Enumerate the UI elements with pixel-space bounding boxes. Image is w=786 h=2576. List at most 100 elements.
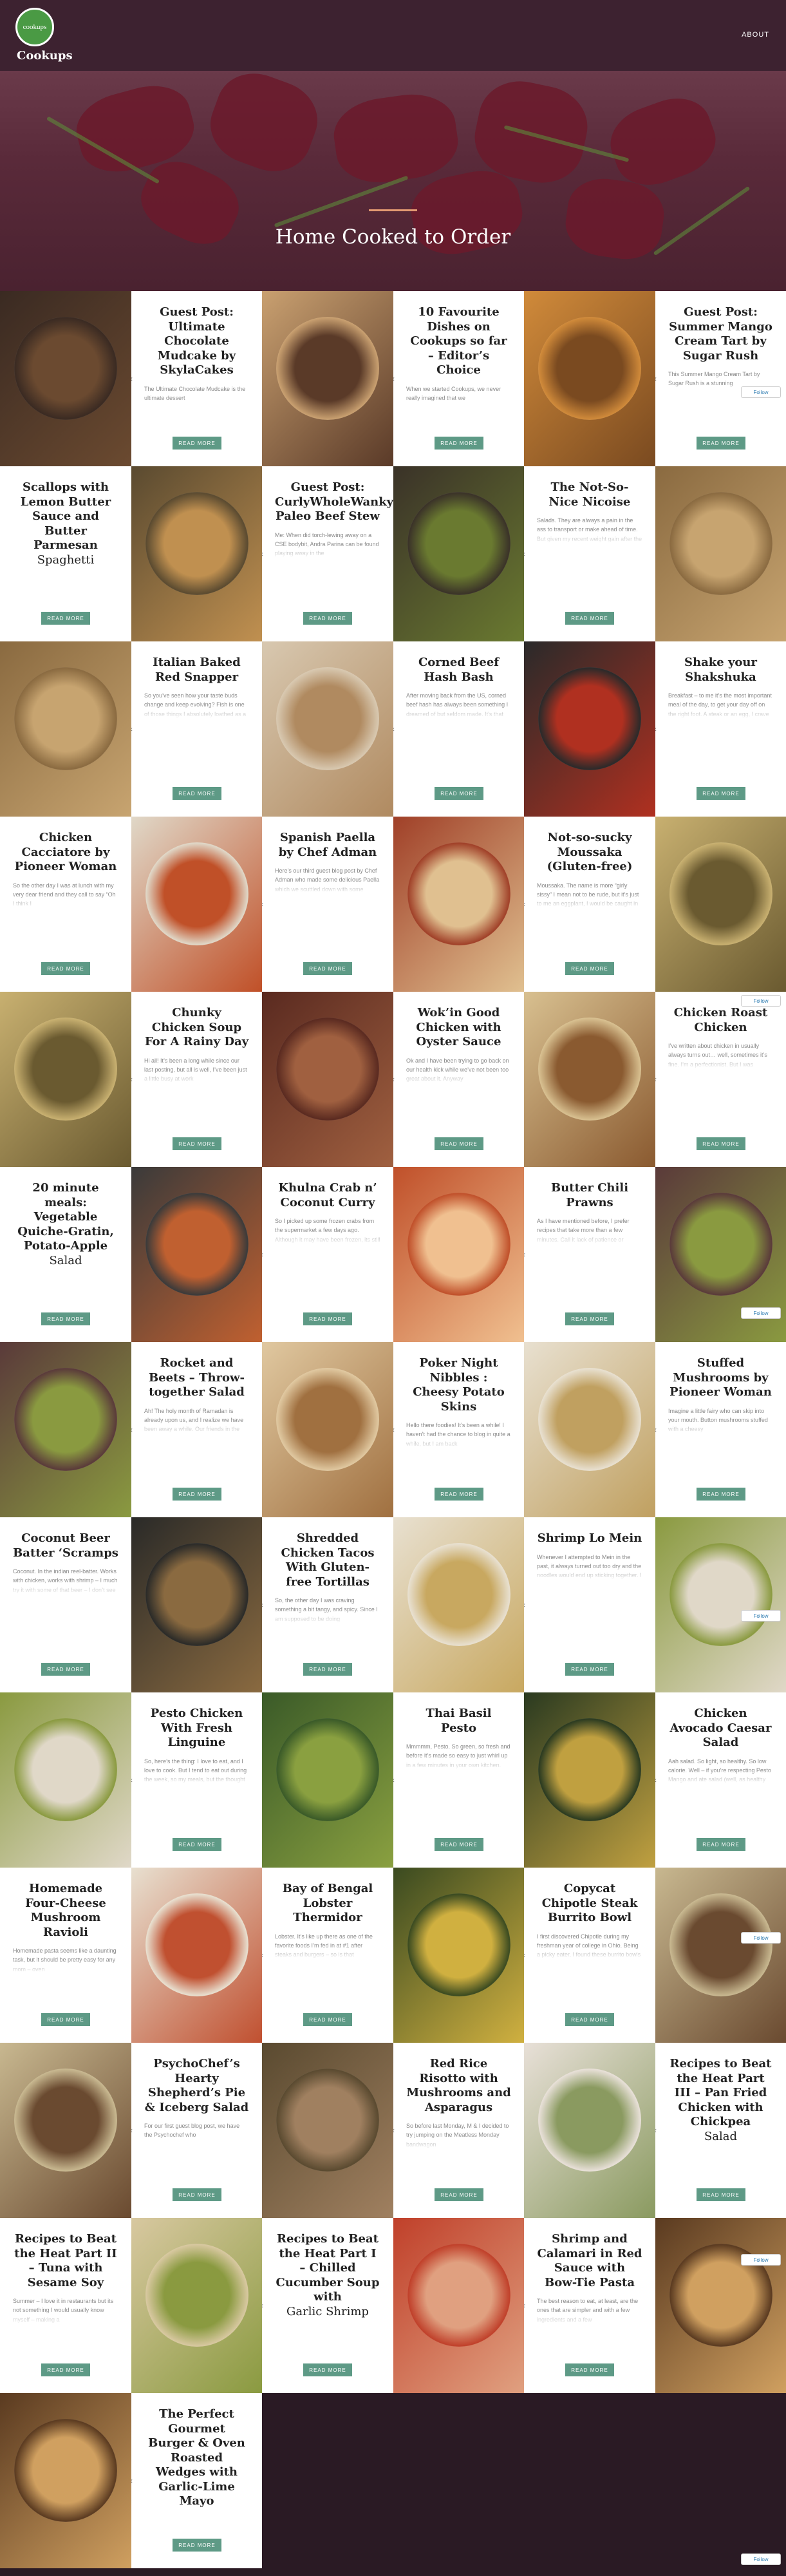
- read-more-button[interactable]: READ MORE: [173, 787, 221, 800]
- post-title[interactable]: Butter Chili Prawns: [537, 1181, 642, 1210]
- read-more-button[interactable]: READ MORE: [435, 437, 483, 450]
- post-image[interactable]: [131, 1868, 262, 2043]
- post-image[interactable]: [393, 817, 524, 992]
- post-title[interactable]: 10 Favourite Dishes on Cookups so far – …: [406, 305, 511, 378]
- post-image[interactable]: [0, 1692, 131, 1868]
- post-image[interactable]: [524, 2043, 655, 2218]
- post-title[interactable]: Chicken Cacciatore by Pioneer Woman: [13, 831, 118, 875]
- post-title[interactable]: Thai Basil Pesto: [406, 1707, 511, 1736]
- read-more-button[interactable]: READ MORE: [173, 2188, 221, 2201]
- read-more-button[interactable]: READ MORE: [41, 612, 90, 625]
- post-title[interactable]: Red Rice Risotto with Mushrooms and Aspa…: [406, 2057, 511, 2115]
- post-image[interactable]: [262, 291, 393, 466]
- post-image[interactable]: [524, 291, 655, 466]
- post-title[interactable]: Recipes to Beat the Heat Part III – Pan …: [668, 2057, 773, 2130]
- nav-about-link[interactable]: ABOUT: [742, 31, 769, 39]
- site-title[interactable]: Cookups: [17, 49, 73, 62]
- read-more-button[interactable]: READ MORE: [41, 2363, 90, 2376]
- read-more-button[interactable]: READ MORE: [173, 1488, 221, 1501]
- post-title[interactable]: Chunky Chicken Soup For A Rainy Day: [144, 1006, 249, 1050]
- read-more-button[interactable]: READ MORE: [697, 1137, 745, 1150]
- post-title[interactable]: Scallops with Lemon Butter Sauce and But…: [13, 480, 118, 553]
- read-more-button[interactable]: READ MORE: [303, 962, 352, 975]
- post-image[interactable]: [393, 2218, 524, 2393]
- post-image[interactable]: [262, 1342, 393, 1517]
- post-title[interactable]: Corned Beef Hash Bash: [406, 656, 511, 685]
- post-title[interactable]: The Not-So-Nice Nicoise: [537, 480, 642, 509]
- post-title-continued[interactable]: Spaghetti: [13, 553, 118, 568]
- post-image[interactable]: [393, 1868, 524, 2043]
- post-title[interactable]: Homemade Four-Cheese Mushroom Ravioli: [13, 1882, 118, 1940]
- post-title[interactable]: Poker Night Nibbles : Cheesy Potato Skin…: [406, 1356, 511, 1414]
- follow-button[interactable]: Follow: [741, 386, 781, 398]
- read-more-button[interactable]: READ MORE: [435, 1838, 483, 1851]
- post-image[interactable]: [0, 291, 131, 466]
- post-image[interactable]: [524, 992, 655, 1167]
- post-image[interactable]: [131, 466, 262, 641]
- post-title[interactable]: Khulna Crab n’ Coconut Curry: [275, 1181, 380, 1210]
- read-more-button[interactable]: READ MORE: [303, 2363, 352, 2376]
- post-image[interactable]: [0, 2393, 131, 2568]
- read-more-button[interactable]: READ MORE: [435, 1137, 483, 1150]
- post-title[interactable]: Chicken Roast Chicken: [668, 1006, 773, 1035]
- post-image[interactable]: [262, 1692, 393, 1868]
- post-image[interactable]: [262, 2043, 393, 2218]
- post-title[interactable]: Italian Baked Red Snapper: [144, 656, 249, 685]
- read-more-button[interactable]: READ MORE: [303, 612, 352, 625]
- read-more-button[interactable]: READ MORE: [697, 437, 745, 450]
- post-title[interactable]: The Perfect Gourmet Burger & Oven Roaste…: [144, 2407, 249, 2509]
- post-image[interactable]: [262, 641, 393, 817]
- post-image[interactable]: [524, 641, 655, 817]
- post-image[interactable]: [393, 1167, 524, 1342]
- read-more-button[interactable]: READ MORE: [173, 437, 221, 450]
- read-more-button[interactable]: READ MORE: [303, 1663, 352, 1676]
- post-image[interactable]: [131, 1167, 262, 1342]
- post-title[interactable]: 20 minute meals: Vegetable Quiche-Gratin…: [13, 1181, 118, 1254]
- read-more-button[interactable]: READ MORE: [41, 2013, 90, 2026]
- post-image[interactable]: [655, 1517, 786, 1692]
- post-title[interactable]: Bay of Bengal Lobster Thermidor: [275, 1882, 380, 1926]
- post-title[interactable]: Guest Post: CurlyWholeWanky’s Paleo Beef…: [275, 480, 393, 524]
- post-image[interactable]: [131, 2218, 262, 2393]
- post-title[interactable]: Guest Post: Ultimate Chocolate Mudcake b…: [144, 305, 249, 378]
- follow-button[interactable]: Follow: [741, 1610, 781, 1622]
- post-image[interactable]: [524, 1342, 655, 1517]
- read-more-button[interactable]: READ MORE: [303, 1312, 352, 1325]
- read-more-button[interactable]: READ MORE: [303, 2013, 352, 2026]
- post-image[interactable]: [393, 466, 524, 641]
- post-title[interactable]: Shrimp Lo Mein: [537, 1531, 642, 1546]
- post-image[interactable]: [0, 641, 131, 817]
- read-more-button[interactable]: READ MORE: [435, 2188, 483, 2201]
- site-logo[interactable]: cookups: [15, 8, 54, 46]
- read-more-button[interactable]: READ MORE: [697, 2188, 745, 2201]
- read-more-button[interactable]: READ MORE: [173, 1137, 221, 1150]
- post-title[interactable]: Guest Post: Summer Mango Cream Tart by S…: [668, 305, 773, 363]
- read-more-button[interactable]: READ MORE: [697, 787, 745, 800]
- post-title[interactable]: Recipes to Beat the Heat Part II – Tuna …: [13, 2232, 118, 2290]
- post-image[interactable]: [0, 1342, 131, 1517]
- post-title[interactable]: Shredded Chicken Tacos With Gluten-free …: [275, 1531, 380, 1589]
- read-more-button[interactable]: READ MORE: [173, 2539, 221, 2552]
- post-title-continued[interactable]: Salad: [668, 2130, 773, 2145]
- post-title[interactable]: Coconut Beer Batter ‘Scramps: [13, 1531, 118, 1560]
- post-image[interactable]: [0, 2043, 131, 2218]
- read-more-button[interactable]: READ MORE: [435, 787, 483, 800]
- post-image[interactable]: [262, 992, 393, 1167]
- read-more-button[interactable]: READ MORE: [41, 1663, 90, 1676]
- post-image[interactable]: [655, 1868, 786, 2043]
- post-title[interactable]: Pesto Chicken With Fresh Linguine: [144, 1707, 249, 1750]
- follow-button[interactable]: Follow: [741, 995, 781, 1007]
- read-more-button[interactable]: READ MORE: [697, 1838, 745, 1851]
- post-image[interactable]: [131, 817, 262, 992]
- follow-button[interactable]: Follow: [741, 2254, 781, 2266]
- post-title[interactable]: Copycat Chipotle Steak Burrito Bowl: [537, 1882, 642, 1926]
- read-more-button[interactable]: READ MORE: [41, 962, 90, 975]
- follow-button[interactable]: Follow: [741, 1307, 781, 1319]
- post-title[interactable]: Stuffed Mushrooms by Pioneer Woman: [668, 1356, 773, 1400]
- post-title[interactable]: PsychoChef’s Hearty Shepherd’s Pie & Ice…: [144, 2057, 249, 2115]
- read-more-button[interactable]: READ MORE: [565, 2363, 614, 2376]
- read-more-button[interactable]: READ MORE: [173, 1838, 221, 1851]
- post-title[interactable]: Chicken Avocado Caesar Salad: [668, 1707, 773, 1750]
- read-more-button[interactable]: READ MORE: [41, 1312, 90, 1325]
- post-title[interactable]: Shake your Shakshuka: [668, 656, 773, 685]
